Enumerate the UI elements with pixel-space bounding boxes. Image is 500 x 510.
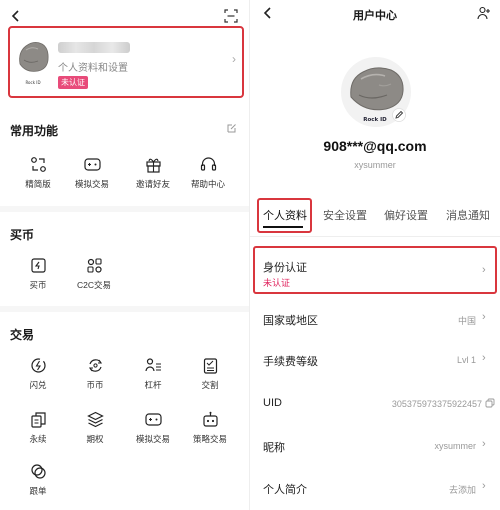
feature-label: 邀请好友 <box>135 179 170 189</box>
unverified-badge: 未认证 <box>58 76 88 89</box>
c2c-exchange-icon <box>87 258 102 273</box>
feature-label: 精简版 <box>25 179 51 189</box>
spot-refresh-icon <box>88 359 103 372</box>
account-username: xysummer <box>354 160 396 170</box>
chevron-right-icon: › <box>482 438 486 450</box>
common-functions-title: 常用功能 <box>10 124 59 138</box>
feature-label: 模拟交易 <box>74 179 109 189</box>
delivery-clipboard-icon <box>203 358 218 374</box>
chevron-right-icon: › <box>482 311 486 323</box>
feature-flash-swap[interactable]: 闪兑 <box>13 357 63 397</box>
feature-label: 杠杆 <box>144 380 162 390</box>
gamepad-icon <box>145 413 162 426</box>
row-label: 手续费等级 <box>263 356 318 368</box>
flash-swap-icon <box>31 358 46 373</box>
row-value: 中国 <box>457 316 476 326</box>
feature-label: 策略交易 <box>192 434 227 444</box>
scan-icon[interactable] <box>224 9 238 23</box>
copy-trading-icon <box>31 464 46 479</box>
chevron-right-icon: › <box>482 480 486 492</box>
margin-users-icon <box>145 358 161 372</box>
row-value: xysummer <box>434 441 476 451</box>
feature-label: 买币 <box>29 280 47 290</box>
gift-icon <box>146 158 161 173</box>
svg-text:Rock ID: Rock ID <box>25 80 40 85</box>
lite-mode-icon <box>31 157 46 172</box>
profile-subtitle: 个人资料和设置 <box>58 63 128 74</box>
tab-underline <box>263 226 303 228</box>
feature-c2c-trade[interactable]: C2C交易 <box>69 257 119 297</box>
tab-preferences[interactable]: 偏好设置 <box>384 207 428 223</box>
row-value: Lvl 1 <box>456 355 476 365</box>
feature-invite-friends[interactable]: 邀请好友 <box>128 156 178 196</box>
feature-help-center[interactable]: 帮助中心 <box>183 156 233 196</box>
feature-label: 永续 <box>29 434 47 444</box>
chevron-right-icon: › <box>482 352 486 364</box>
feature-delivery[interactable]: 交割 <box>185 357 235 397</box>
feature-label: 闪兑 <box>29 380 47 390</box>
chevron-right-icon: › <box>482 264 486 276</box>
username-blurred <box>58 42 130 53</box>
feature-strategy-trading[interactable]: 策略交易 <box>185 411 235 451</box>
feature-perpetual[interactable]: 永续 <box>13 411 63 451</box>
feature-options[interactable]: 期权 <box>70 411 120 451</box>
feature-margin[interactable]: 杠杆 <box>128 357 178 397</box>
feature-copy-trading[interactable]: 跟单 <box>13 463 63 503</box>
row-value: 去添加 <box>448 485 476 495</box>
row-label: 国家或地区 <box>263 315 318 327</box>
copy-icon[interactable] <box>485 398 495 408</box>
trade-title: 交易 <box>10 328 35 342</box>
row-label: 昵称 <box>263 442 285 454</box>
user-center-panel: 用户中心 Rock ID 908***@qq.com xysummer 个人资料… <box>250 0 500 510</box>
tab-profile[interactable]: 个人资料 <box>263 207 307 223</box>
feature-label: 跟单 <box>29 486 47 496</box>
feature-demo-trading-2[interactable]: 模拟交易 <box>128 411 178 451</box>
identity-status: 未认证 <box>263 278 291 288</box>
section-separator <box>0 306 250 312</box>
feature-label: C2C交易 <box>76 280 111 290</box>
row-label: 个人简介 <box>263 484 307 496</box>
tab-notifications[interactable]: 消息通知 <box>446 207 490 223</box>
avatar-caption: Rock ID <box>363 117 387 123</box>
gamepad-icon <box>84 158 101 171</box>
perpetual-icon <box>31 412 46 428</box>
feature-label: 币币 <box>86 380 104 390</box>
feature-label: 交割 <box>201 380 219 390</box>
add-user-icon[interactable] <box>477 6 491 20</box>
row-value: 305375973375922457 <box>391 399 482 409</box>
edit-icon[interactable] <box>226 123 237 134</box>
chevron-right-icon: › <box>232 52 236 66</box>
tab-bar-divider <box>250 236 500 237</box>
edit-avatar-icon[interactable] <box>392 108 406 122</box>
feature-label: 帮助中心 <box>190 179 225 189</box>
feature-buy-crypto[interactable]: 买币 <box>13 257 63 297</box>
rock-avatar-icon: Rock ID <box>19 42 49 85</box>
identity-label: 身份认证 <box>263 262 307 274</box>
settings-panel: Rock ID 个人资料和设置 未认证 › 常用功能 精简版 模拟交易 邀请好友… <box>0 0 250 510</box>
feature-spot[interactable]: 币币 <box>70 357 120 397</box>
row-label: UID <box>263 397 282 409</box>
account-email: 908***@qq.com <box>323 138 427 154</box>
back-chevron-icon[interactable] <box>10 10 22 22</box>
feature-lite-version[interactable]: 精简版 <box>13 156 63 196</box>
feature-label: 期权 <box>86 434 104 444</box>
tab-security[interactable]: 安全设置 <box>323 207 367 223</box>
page-title: 用户中心 <box>353 10 397 22</box>
feature-demo-trading[interactable]: 模拟交易 <box>67 156 117 196</box>
buy-crypto-title: 买币 <box>10 228 35 242</box>
section-separator <box>0 206 250 212</box>
profile-card[interactable]: Rock ID 个人资料和设置 未认证 › <box>8 26 244 98</box>
card-lightning-icon <box>31 258 46 273</box>
feature-label: 模拟交易 <box>135 434 170 444</box>
options-layers-icon <box>87 411 104 428</box>
robot-icon <box>203 411 218 427</box>
headset-icon <box>200 157 217 171</box>
